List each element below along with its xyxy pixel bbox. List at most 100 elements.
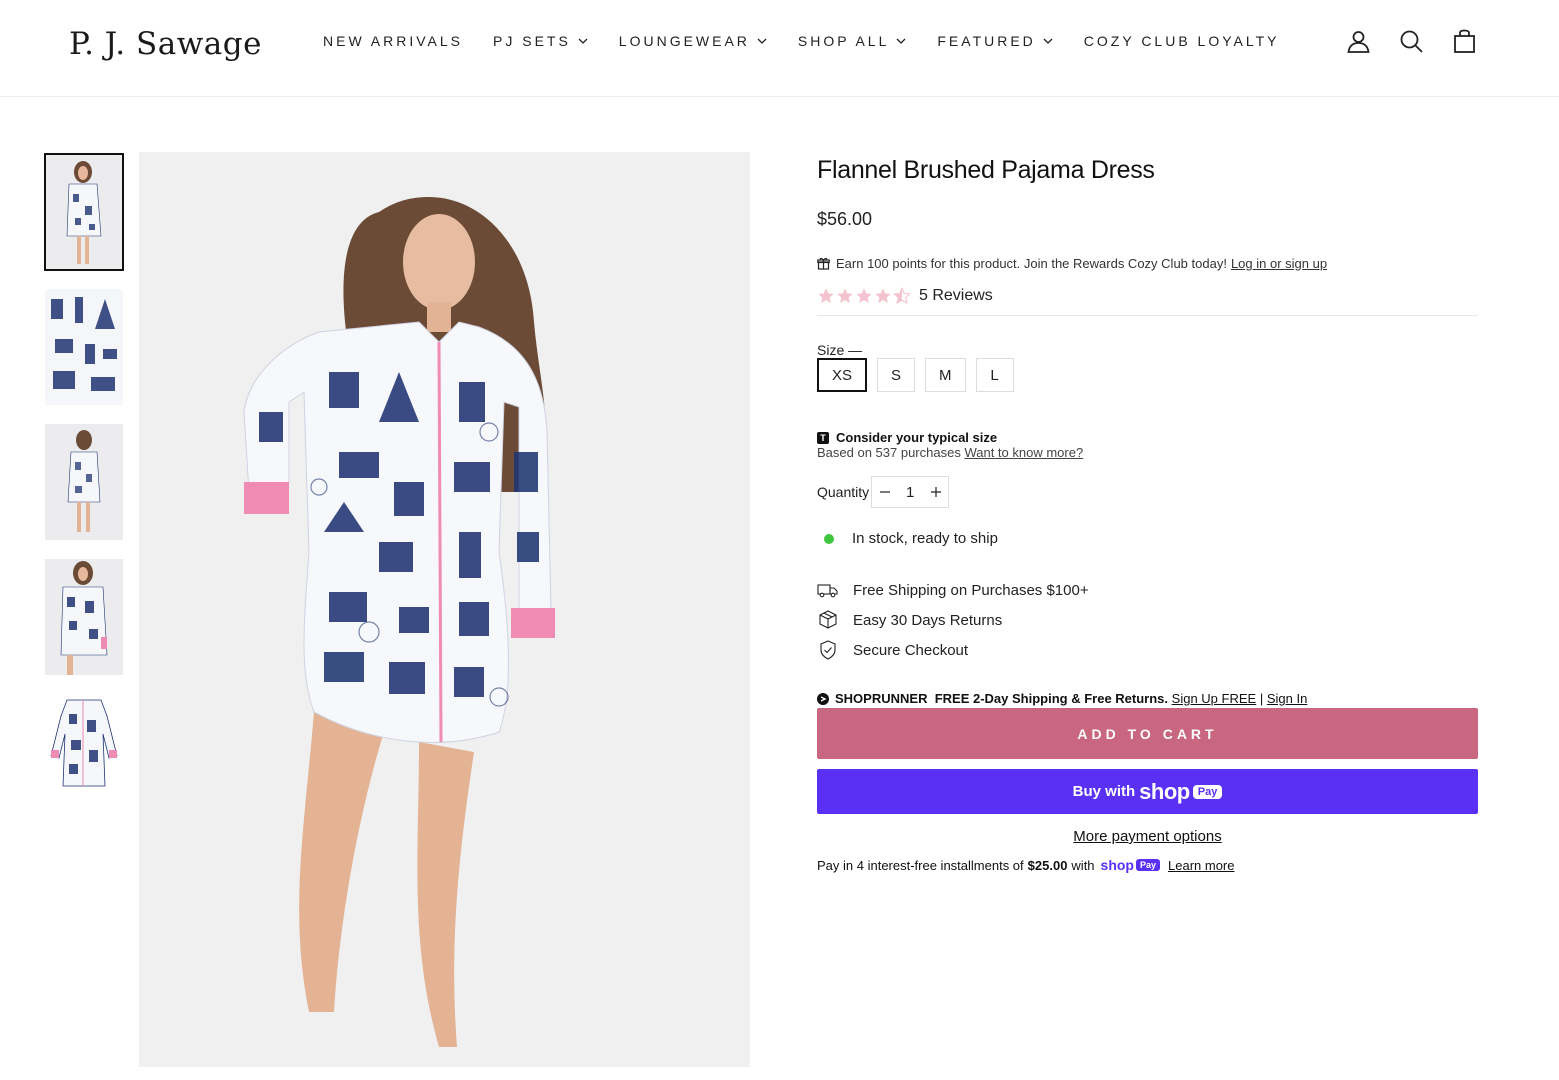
size-advice-subtext: Based on 537 purchases Want to know more… bbox=[817, 445, 1478, 460]
thumbnail-image bbox=[45, 559, 123, 675]
cart-icon[interactable] bbox=[1452, 29, 1477, 54]
feature-secure-checkout: Secure Checkout bbox=[817, 635, 1478, 665]
quantity-label: Quantity bbox=[817, 484, 870, 500]
star-icon bbox=[818, 288, 834, 304]
shoprunner-banner: SHOPRUNNER FREE 2-Day Shipping & Free Re… bbox=[817, 691, 1478, 706]
shoprunner-icon bbox=[817, 692, 829, 705]
product-rating[interactable]: 5 Reviews bbox=[817, 287, 1478, 316]
thumbnail-image bbox=[45, 289, 123, 405]
quantity-decrease-button[interactable] bbox=[872, 477, 897, 507]
feature-returns-text: Easy 30 Days Returns bbox=[853, 611, 1003, 629]
rewards-text: Earn 100 points for this product. Join t… bbox=[836, 256, 1227, 271]
shop-pay-badge-small: Pay bbox=[1136, 859, 1161, 871]
truck-icon bbox=[817, 584, 838, 598]
chevron-down-icon bbox=[757, 38, 767, 44]
star-icon bbox=[875, 288, 891, 304]
chevron-down-icon bbox=[1043, 38, 1053, 44]
chevron-down-icon bbox=[896, 38, 906, 44]
nav-label: FEATURED bbox=[937, 33, 1036, 49]
box-icon bbox=[819, 610, 837, 629]
in-stock-dot-icon bbox=[824, 533, 834, 544]
installments-learn-more-link[interactable]: Learn more bbox=[1168, 858, 1234, 873]
nav-loungewear[interactable]: LOUNGEWEAR bbox=[619, 33, 768, 49]
header-icons bbox=[1346, 29, 1477, 54]
nav-cozy-club-loyalty[interactable]: COZY CLUB LOYALTY bbox=[1084, 33, 1280, 49]
feature-shipping: Free Shipping on Purchases $100+ bbox=[817, 575, 1478, 605]
rewards-login-link[interactable]: Log in or sign up bbox=[1231, 256, 1327, 271]
product-title: Flannel Brushed Pajama Dress bbox=[817, 156, 1155, 184]
gift-icon bbox=[817, 257, 830, 270]
thumbnail-image bbox=[45, 154, 123, 270]
star-icon bbox=[837, 288, 853, 304]
stock-status-text: In stock, ready to ship bbox=[852, 530, 998, 547]
size-selector: XS S M L bbox=[817, 358, 1478, 392]
product-thumbnail[interactable] bbox=[45, 289, 123, 405]
product-thumbnail[interactable] bbox=[45, 694, 123, 810]
add-to-cart-button[interactable]: ADD TO CART bbox=[817, 708, 1478, 759]
stock-status: In stock, ready to ship bbox=[817, 530, 1478, 547]
product-thumbnail[interactable] bbox=[44, 153, 124, 271]
site-header: P. J. Sawage NEW ARRIVALS PJ SETS LOUNGE… bbox=[0, 0, 1559, 97]
chevron-down-icon bbox=[578, 38, 588, 44]
product-thumbnails bbox=[44, 153, 124, 829]
feature-secure-text: Secure Checkout bbox=[853, 641, 969, 659]
shoprunner-signup-link[interactable]: Sign Up FREE bbox=[1172, 691, 1257, 706]
shop-pay-logo-small: shop bbox=[1100, 857, 1134, 873]
quantity-increase-button[interactable] bbox=[923, 477, 948, 507]
size-advice-link[interactable]: Want to know more? bbox=[964, 445, 1083, 460]
thumbnail-image bbox=[45, 424, 123, 540]
product-thumbnail[interactable] bbox=[45, 559, 123, 675]
product-features: Free Shipping on Purchases $100+ Easy 30… bbox=[817, 575, 1478, 665]
star-rating bbox=[817, 287, 911, 305]
size-option-m[interactable]: M bbox=[925, 358, 966, 392]
thumbnail-image bbox=[45, 694, 123, 810]
quantity-row: Quantity 1 bbox=[817, 476, 1478, 508]
size-advice-purchases: Based on 537 purchases bbox=[817, 445, 961, 460]
more-payment-options-link[interactable]: More payment options bbox=[817, 828, 1478, 845]
feature-shipping-text: Free Shipping on Purchases $100+ bbox=[853, 581, 1089, 599]
installments-banner: Pay in 4 interest-free installments of $… bbox=[817, 857, 1478, 873]
installments-amount: $25.00 bbox=[1027, 857, 1068, 873]
nav-pj-sets[interactable]: PJ SETS bbox=[493, 33, 589, 49]
nav-label: SHOP ALL bbox=[797, 33, 890, 49]
size-advice: T Consider your typical size Based on 53… bbox=[817, 430, 1478, 460]
shoprunner-separator: | bbox=[1259, 691, 1264, 706]
nav-label: PJ SETS bbox=[493, 33, 571, 49]
product-main-image[interactable] bbox=[139, 152, 750, 1067]
nav-label: COZY CLUB LOYALTY bbox=[1083, 33, 1280, 49]
installments-with: with bbox=[1071, 857, 1095, 873]
star-icon bbox=[856, 288, 872, 304]
size-option-s[interactable]: S bbox=[877, 358, 916, 392]
size-advice-title: T Consider your typical size bbox=[817, 430, 1478, 445]
size-advice-title-text: Consider your typical size bbox=[836, 430, 998, 445]
quantity-input[interactable]: 1 bbox=[897, 484, 923, 501]
product-price: $56.00 bbox=[817, 209, 873, 229]
size-option-l[interactable]: L bbox=[975, 358, 1014, 392]
shield-check-icon bbox=[820, 640, 836, 660]
site-logo[interactable]: P. J. Sawage bbox=[69, 26, 262, 62]
buy-with-shop-pay-button[interactable]: Buy with shop Pay bbox=[817, 769, 1478, 814]
star-half-icon bbox=[893, 287, 911, 305]
nav-new-arrivals[interactable]: NEW ARRIVALS bbox=[323, 33, 463, 49]
shop-pay-prefix: Buy with bbox=[1072, 783, 1136, 800]
minus-icon bbox=[879, 491, 890, 493]
nav-featured[interactable]: FEATURED bbox=[937, 33, 1053, 49]
reviews-count[interactable]: 5 Reviews bbox=[919, 287, 993, 305]
product-thumbnail[interactable] bbox=[45, 424, 123, 540]
installments-prefix: Pay in 4 interest-free installments of bbox=[817, 857, 1024, 873]
nav-label: NEW ARRIVALS bbox=[323, 33, 463, 49]
size-option-xs[interactable]: XS bbox=[817, 358, 868, 392]
size-label: Size — bbox=[817, 342, 863, 358]
shop-pay-badge: Pay bbox=[1192, 784, 1223, 799]
account-icon[interactable] bbox=[1346, 29, 1371, 54]
shop-pay-logo: shop bbox=[1139, 778, 1190, 804]
rewards-banner: Earn 100 points for this product. Join t… bbox=[817, 256, 1478, 271]
search-icon[interactable] bbox=[1399, 29, 1424, 54]
nav-label: LOUNGEWEAR bbox=[618, 33, 750, 49]
plus-icon bbox=[930, 487, 941, 497]
main-image-illustration bbox=[139, 152, 750, 1067]
true-fit-icon: T bbox=[817, 431, 829, 444]
shoprunner-signin-link[interactable]: Sign In bbox=[1267, 691, 1307, 706]
shoprunner-text: FREE 2-Day Shipping & Free Returns. bbox=[934, 691, 1169, 706]
nav-shop-all[interactable]: SHOP ALL bbox=[798, 33, 907, 49]
